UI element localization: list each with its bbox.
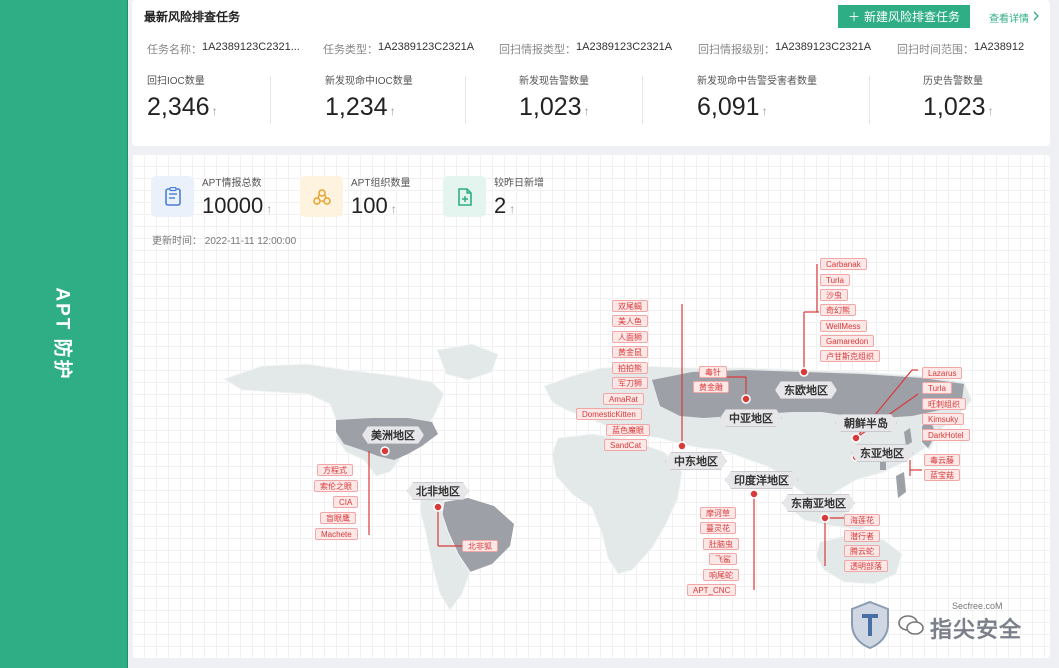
stats-row: 回扫IOC数量 2,346 ↑ 新发现命中IOC数量 1,234 ↑ 新发现告警数量… [147,72,1047,134]
region-north-africa[interactable]: 北非地区 [407,482,469,500]
apt-tag[interactable]: 北非狐 [462,540,498,552]
apt-tag[interactable]: Kimsuky [922,413,965,425]
up-arrow-icon: ↑ [266,202,273,216]
meta-intel-level: 回扫情报级别： 1A2389123C2321A [698,41,872,56]
divider [869,76,870,124]
apt-tag[interactable]: 黄金雕 [693,381,729,393]
world-map [222,264,973,611]
up-arrow-icon: ↑ [987,104,994,118]
apt-tag[interactable]: 卢甘斯克组织 [820,350,880,362]
view-details-link[interactable]: 查看详情 [989,10,1040,25]
wechat-icon [898,614,924,641]
apt-tag[interactable]: 潜行者 [844,530,880,542]
apt-tag[interactable]: 毒针 [699,366,727,378]
apt-tag[interactable]: 腾云蛇 [844,545,880,557]
sidebar: APT 防护 [0,0,128,668]
new-file-icon [443,176,486,217]
new-task-button-label: 新建风险排查任务 [864,10,961,24]
stat-history-alerts: 历史告警数量 1,023 ↑ [923,76,994,121]
region-indian-ocean[interactable]: 印度洋地区 [725,471,798,489]
apt-tag[interactable]: 海莲花 [844,514,880,526]
apt-tag[interactable]: 人面狮 [612,331,648,343]
apt-tag[interactable]: 毒云藤 [924,454,960,466]
apt-tag[interactable]: 沙虫 [820,289,848,301]
watermark-text: 指尖安全 [930,616,1023,642]
region-middle-east[interactable]: 中东地区 [665,452,727,470]
risk-task-card: 最新风险排查任务 ＋ 新建风险排查任务 查看详情 任务名称： 1A2389123C… [132,0,1050,146]
region-korea[interactable]: 朝鲜半岛 [835,414,897,432]
region-americas[interactable]: 美洲地区 [362,426,424,444]
region-east-asia[interactable]: 东亚地区 [851,444,913,462]
apt-tag[interactable]: 摩诃草 [700,507,736,519]
stat-hit-ioc: 新发现命中IOC数量 1,234 ↑ [325,76,413,121]
apt-tag[interactable]: SandCat [604,439,648,451]
apt-tag[interactable]: 盲眼鹰 [320,512,356,524]
apt-map-card: APT情报总数 10000 ↑ APT组织数量 100 ↑ 较昨日新增 2 ↑ 更新时… [132,154,1050,658]
task-meta-row: 任务名称： 1A2389123C2321... 任务类型： 1A2389123C23… [147,41,1047,57]
apt-tag[interactable]: DomesticKitten [576,408,642,420]
kpi-apt-intel-total: APT情报总数 10000 ↑ [151,174,272,219]
shield-icon [848,600,892,655]
view-details-label: 查看详情 [989,14,1029,25]
main-content: 最新风险排查任务 ＋ 新建风险排查任务 查看详情 任务名称： 1A2389123C… [128,0,1059,668]
apt-tag[interactable]: 双尾蝎 [612,300,648,312]
apt-tag[interactable]: Gamaredon [820,335,875,347]
apt-tag[interactable]: 方程式 [317,464,353,476]
region-eastern-europe[interactable]: 东欧地区 [775,381,837,399]
divider [465,76,466,124]
apt-tag[interactable]: Carbanak [820,258,867,270]
apt-tag[interactable]: 飞鲨 [709,553,737,565]
apt-tag[interactable]: 美人鱼 [612,315,648,327]
kpi-new-since-yesterday: 较昨日新增 2 ↑ [443,174,544,219]
region-southeast-asia[interactable]: 东南亚地区 [782,494,855,512]
meta-task-type: 任务类型： 1A2389123C2321A [323,41,475,56]
apt-tag[interactable]: WellMess [820,320,867,332]
divider [270,76,271,124]
apt-tag[interactable]: 旺刺组织 [922,398,966,410]
apt-tag[interactable]: DarkHotel [922,429,970,441]
up-arrow-icon: ↑ [583,104,590,118]
apt-tag[interactable]: Turla [922,382,952,394]
sidebar-title: APT 防护 [51,287,73,381]
apt-tag[interactable]: 蔓灵花 [700,522,736,534]
chevron-right-icon [1033,11,1040,24]
apt-tag[interactable]: 军刀狮 [612,377,648,389]
apt-tag[interactable]: 响尾蛇 [703,569,739,581]
apt-tag[interactable]: Machete [315,528,358,540]
apt-tag[interactable]: 肚脑虫 [703,538,739,550]
divider [642,76,643,124]
region-central-asia[interactable]: 中亚地区 [720,409,782,427]
stat-scan-ioc: 回扫IOC数量 2,346 ↑ [147,76,218,121]
new-task-button[interactable]: ＋ 新建风险排查任务 [838,5,970,28]
up-arrow-icon: ↑ [509,202,516,216]
apt-tag[interactable]: 透明部落 [844,560,888,572]
apt-tag[interactable]: Turla [820,274,850,286]
apt-tag[interactable]: APT_CNC [687,584,737,596]
up-arrow-icon: ↑ [389,104,396,118]
apt-tag[interactable]: 蓝色魔眼 [606,424,650,436]
stat-new-alerts: 新发现告警数量 1,023 ↑ [519,76,590,121]
apt-tag[interactable]: 黄金鼠 [612,346,648,358]
kpi-apt-org-count: APT组织数量 100 ↑ [300,174,410,219]
meta-intel-type: 回扫情报类型： 1A2389123C2321A [499,41,673,56]
apt-tag[interactable]: Lazarus [922,367,963,379]
plus-icon: ＋ [847,10,860,24]
apt-tag[interactable]: 蓝宝菇 [924,469,960,481]
document-icon [151,176,194,217]
apt-tag[interactable]: 奇幻熊 [820,304,856,316]
meta-task-name: 任务名称： 1A2389123C2321... [147,41,300,56]
meta-time-range: 回扫时间范围： 1A238912 [897,41,1025,56]
apt-tag[interactable]: 拍拍熊 [612,362,648,374]
apt-tag[interactable]: 索伦之眼 [314,480,358,492]
apt-tag[interactable]: CIA [333,496,359,508]
watermark-site: Secfree.coM [952,601,1003,611]
stat-victims: 新发现命中告警受害者数量 6,091 ↑ [697,76,817,121]
apt-tag[interactable]: AmaRat [603,393,644,405]
up-arrow-icon: ↑ [761,104,768,118]
up-arrow-icon: ↑ [211,104,218,118]
organization-icon [300,176,343,217]
up-arrow-icon: ↑ [390,202,397,216]
update-time: 更新时间： 2022-11-11 12:00:00 [152,236,297,247]
section-title: 最新风险排查任务 [144,10,241,24]
